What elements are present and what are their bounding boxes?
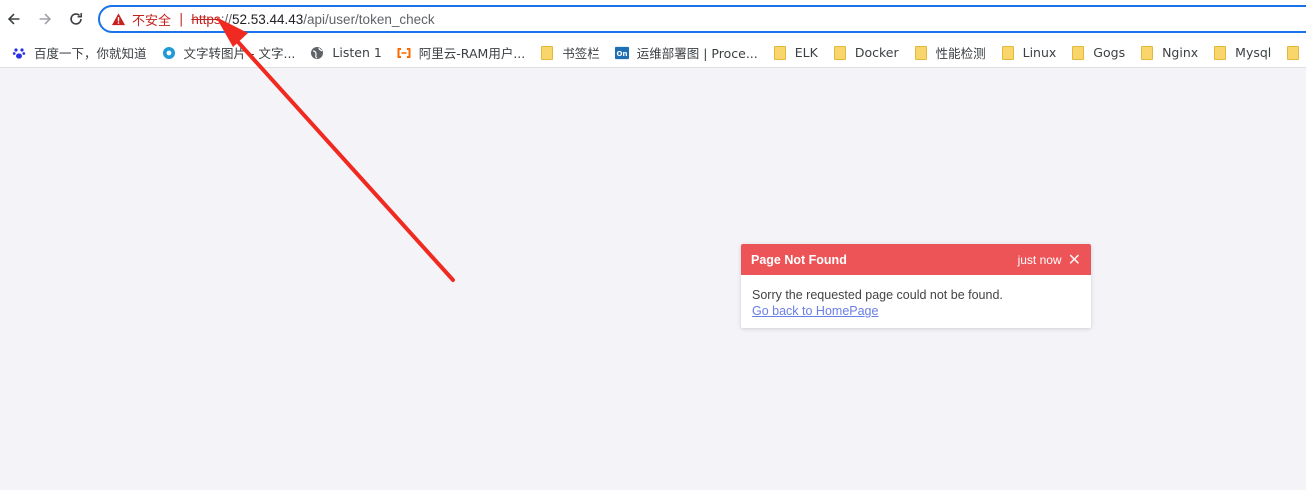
- arrow-left-icon: [7, 13, 20, 25]
- url-separator: |: [179, 11, 184, 27]
- reload-icon: [70, 13, 83, 25]
- error-toast: Page Not Found just now ✕ Sorry the requ…: [741, 244, 1091, 328]
- bookmark-label: Mysql: [1235, 45, 1272, 60]
- browser-toolbar: 不安全 | https://52.53.44.43/api/user/token…: [0, 0, 1306, 38]
- toast-timestamp: just now: [1017, 252, 1062, 267]
- bookmark-folder[interactable]: Nginx: [1134, 41, 1204, 65]
- url-scheme-separator: ://: [220, 11, 232, 27]
- folder-icon: [833, 45, 847, 60]
- paw-icon: [12, 46, 26, 60]
- bookmark-folder[interactable]: 性能检测: [908, 41, 992, 65]
- bookmarks-bar: 百度一下，你就知道 文字转图片 - 文字... Listen 1 阿里云-RAM…: [0, 38, 1306, 68]
- folder-icon: [1071, 45, 1085, 60]
- bookmark-label: Listen 1: [332, 45, 382, 60]
- folder-icon: [1286, 45, 1300, 60]
- arrow-right-icon: [39, 13, 52, 25]
- bookmark-label: Linux: [1022, 45, 1057, 60]
- bookmark-item[interactable]: 百度一下，你就知道: [6, 41, 153, 65]
- bookmark-label: Gogs: [1093, 45, 1126, 60]
- url-path: /api/user/token_check: [303, 11, 435, 27]
- folder-icon: [914, 45, 928, 60]
- folder-icon: [540, 45, 554, 60]
- homepage-link[interactable]: Go back to HomePage: [752, 304, 878, 318]
- reload-button[interactable]: [64, 7, 88, 31]
- bookmark-label: 运维部署图 | Proce...: [636, 46, 758, 61]
- bookmark-folder[interactable]: 书签栏: [534, 41, 606, 65]
- bookmark-label: Nginx: [1162, 45, 1199, 60]
- globe-icon: [310, 46, 324, 60]
- aliyun-icon: [397, 46, 411, 60]
- bookmark-label: 阿里云-RAM用户...: [418, 46, 526, 61]
- forward-button[interactable]: [33, 7, 57, 31]
- toast-header: Page Not Found just now ✕: [741, 244, 1091, 275]
- bookmark-label: 文字转图片 - 文字...: [183, 46, 296, 61]
- bookmark-folder[interactable]: Docker: [827, 41, 905, 65]
- bookmark-item[interactable]: Listen 1: [304, 41, 387, 65]
- bookmark-item[interactable]: 文字转图片 - 文字...: [156, 41, 302, 65]
- folder-icon: [1213, 45, 1227, 60]
- annotation-arrow: [216, 17, 455, 282]
- gear-blue-icon: [162, 46, 176, 60]
- folder-icon: [773, 45, 787, 60]
- bookmark-label: ELK: [794, 45, 818, 60]
- bookmark-label: Docker: [854, 45, 899, 60]
- warning-icon[interactable]: [110, 11, 126, 27]
- folder-icon: [1140, 45, 1154, 60]
- url-host: 52.53.44.43: [231, 11, 304, 27]
- toast-title: Page Not Found: [751, 252, 847, 267]
- toast-message: Sorry the requested page could not be fo…: [752, 288, 1003, 302]
- url-scheme: https: [191, 11, 221, 27]
- bookmark-folder[interactable]: ELK: [767, 41, 824, 65]
- toast-body: Sorry the requested page could not be fo…: [741, 275, 1091, 328]
- bookmark-folder[interactable]: Linux: [995, 41, 1063, 65]
- bookmark-item[interactable]: 阿里云-RAM用户...: [391, 41, 531, 65]
- svg-text:On: On: [616, 50, 627, 58]
- bookmark-folder[interactable]: Mysql: [1207, 41, 1277, 65]
- bookmark-folder[interactable]: Gogs: [1065, 41, 1131, 65]
- bookmark-item[interactable]: On 运维部署图 | Proce...: [609, 41, 764, 65]
- on-icon: On: [614, 46, 629, 60]
- back-button[interactable]: [2, 7, 26, 31]
- bookmark-label: 书签栏: [562, 46, 600, 61]
- folder-icon: [1001, 45, 1015, 60]
- bookmark-folder[interactable]: J: [1280, 41, 1306, 65]
- security-label[interactable]: 不安全: [132, 10, 171, 29]
- bookmark-label: 百度一下，你就知道: [34, 46, 147, 61]
- bookmark-label: 性能检测: [935, 46, 986, 61]
- address-bar[interactable]: 不安全 | https://52.53.44.43/api/user/token…: [98, 5, 1306, 33]
- close-icon[interactable]: ✕: [1068, 251, 1081, 268]
